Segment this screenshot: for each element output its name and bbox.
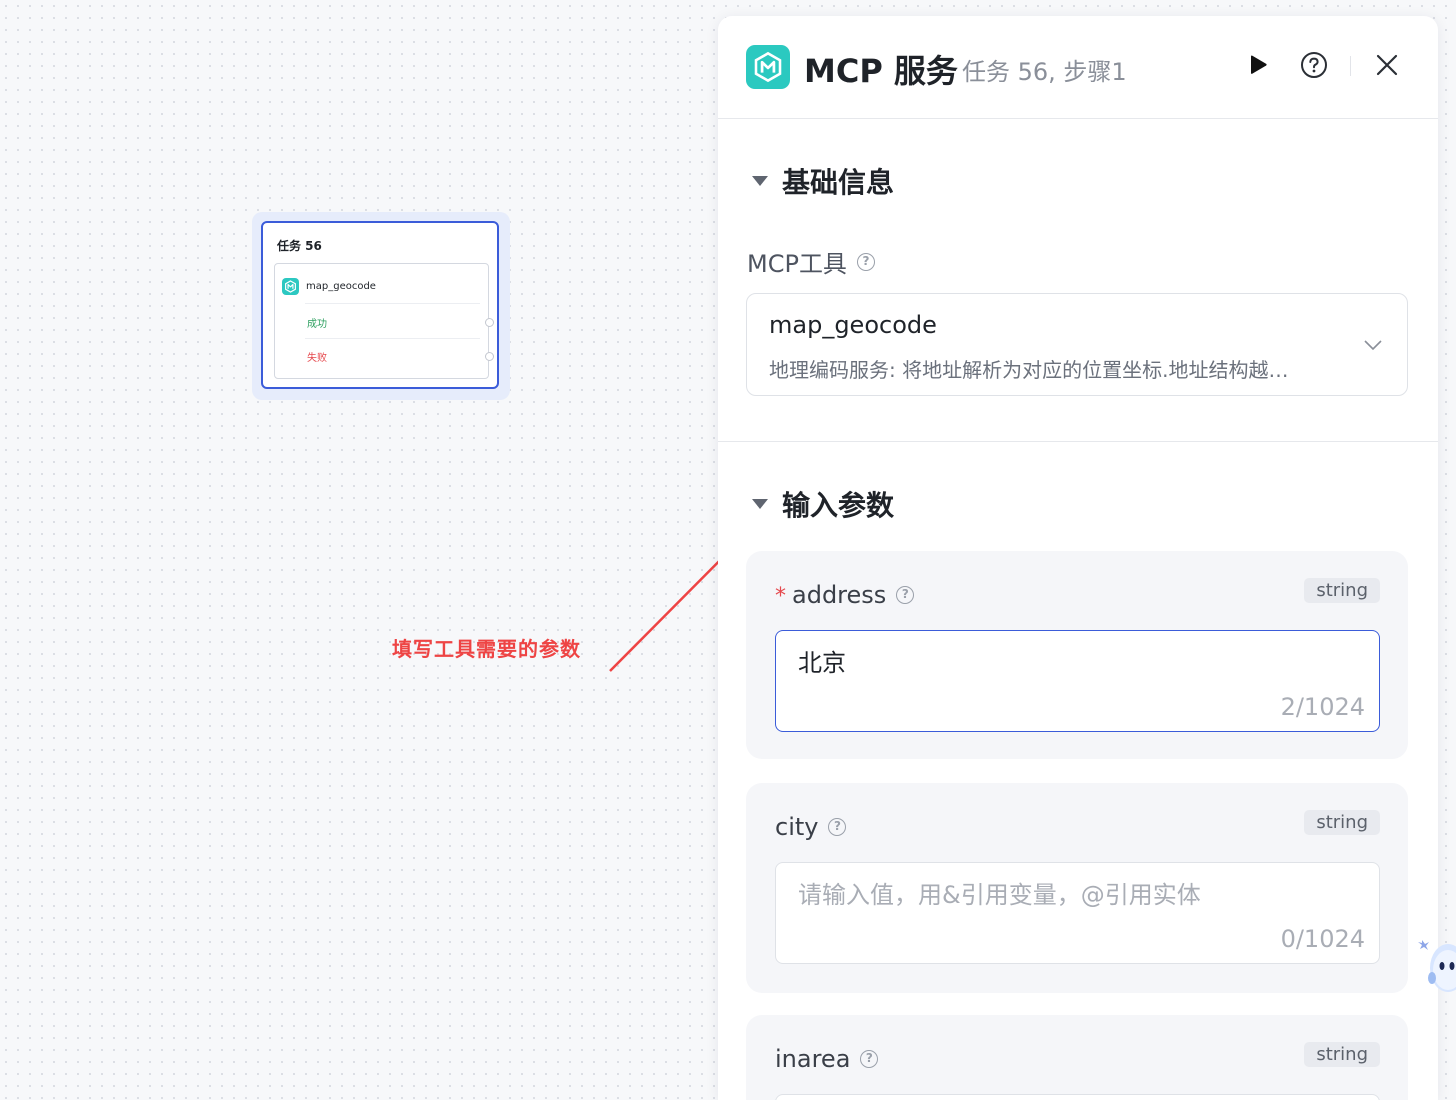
- param-name: address: [792, 581, 887, 609]
- panel-header: MCP 服务 任务 56, 步骤1: [718, 16, 1438, 119]
- panel-title: MCP 服务: [804, 52, 958, 90]
- char-counter: 2/1024: [1280, 693, 1365, 721]
- chevron-down-icon: [1363, 336, 1383, 355]
- param-card-city: city ? string 请输入值，用&引用变量，@引用实体 0/1024: [746, 783, 1408, 993]
- address-input[interactable]: 北京 2/1024: [775, 630, 1380, 732]
- selected-tool-name: map_geocode: [769, 311, 937, 339]
- char-counter: 0/1024: [1280, 925, 1365, 953]
- help-circle-icon[interactable]: ?: [860, 1050, 879, 1068]
- address-input-value: 北京: [798, 649, 846, 677]
- mcp-logo-icon: [746, 45, 790, 89]
- type-badge: string: [1304, 1042, 1380, 1067]
- help-circle-icon: [1300, 51, 1328, 83]
- help-button[interactable]: [1299, 52, 1329, 82]
- city-input[interactable]: 请输入值，用&引用变量，@引用实体 0/1024: [775, 862, 1380, 964]
- help-circle-icon[interactable]: ?: [828, 818, 847, 836]
- param-label: inarea ?: [775, 1045, 879, 1073]
- param-card-address: * address ? string 北京 2/1024: [746, 551, 1408, 759]
- param-name: inarea: [775, 1045, 851, 1073]
- param-card-inarea: inarea ? string: [746, 1015, 1408, 1100]
- collapse-triangle-icon: [752, 176, 768, 186]
- close-button[interactable]: [1372, 52, 1402, 82]
- city-input-placeholder: 请输入值，用&引用变量，@引用实体: [798, 881, 1201, 909]
- type-badge: string: [1304, 578, 1380, 603]
- selected-tool-description: 地理编码服务: 将地址解析为对应的位置坐标.地址结构越…: [769, 358, 1289, 382]
- section-basic-info-toggle[interactable]: 基础信息: [752, 161, 894, 201]
- help-circle-icon[interactable]: ?: [896, 586, 915, 604]
- mcp-tool-label-text: MCP工具: [747, 250, 847, 278]
- section-input-params-toggle[interactable]: 输入参数: [752, 484, 894, 524]
- help-circle-icon[interactable]: ?: [856, 252, 875, 271]
- param-name: city: [775, 813, 819, 841]
- run-button[interactable]: [1243, 52, 1273, 82]
- mcp-tool-label: MCP工具 ?: [747, 244, 875, 279]
- param-label: city ?: [775, 813, 847, 841]
- close-icon: [1375, 53, 1399, 81]
- param-label: * address ?: [775, 581, 915, 609]
- play-icon: [1247, 54, 1269, 80]
- collapse-triangle-icon: [752, 499, 768, 509]
- section-divider: [718, 441, 1438, 442]
- required-mark: *: [775, 584, 786, 609]
- assistant-mascot-icon[interactable]: [1418, 930, 1456, 994]
- section-title-inputs: 输入参数: [782, 489, 895, 522]
- header-separator: [1350, 56, 1351, 76]
- inarea-input[interactable]: [775, 1094, 1380, 1100]
- type-badge: string: [1304, 810, 1380, 835]
- mcp-side-panel: MCP 服务 任务 56, 步骤1 基础信息 MCP工具 ? map_geoco…: [718, 16, 1438, 1100]
- panel-subtitle: 任务 56, 步骤1: [962, 58, 1127, 86]
- section-title-basic: 基础信息: [782, 166, 895, 199]
- mcp-tool-select[interactable]: map_geocode 地理编码服务: 将地址解析为对应的位置坐标.地址结构越…: [746, 293, 1408, 396]
